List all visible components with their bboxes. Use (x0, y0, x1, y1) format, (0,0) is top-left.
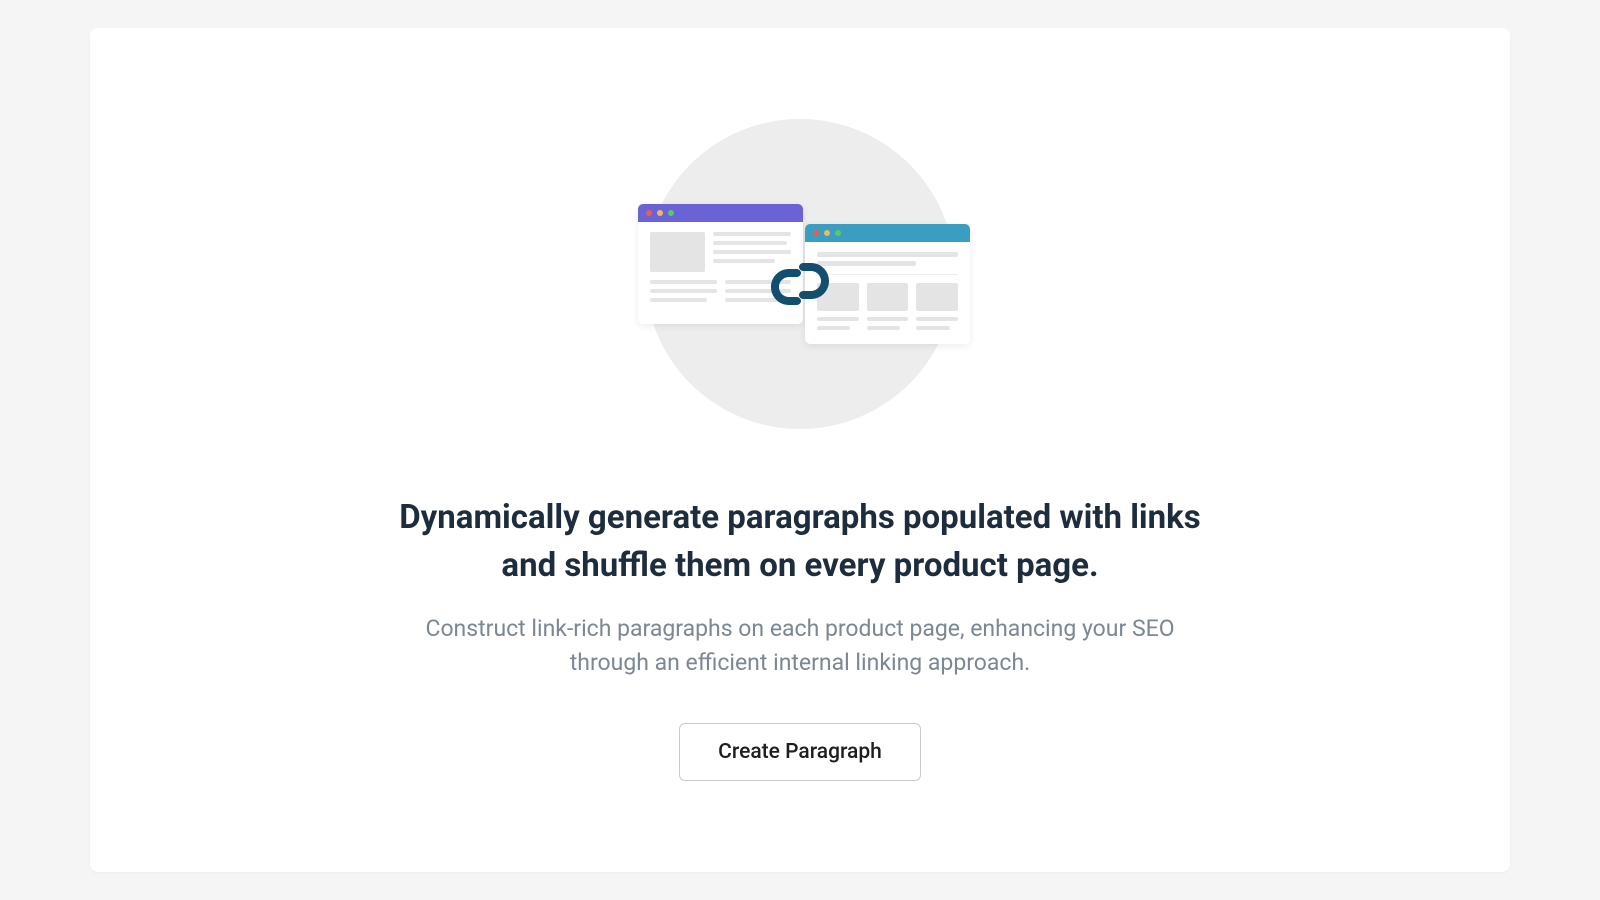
chain-link-icon (759, 254, 841, 318)
traffic-light-red-icon (646, 210, 652, 216)
placeholder-thumb-icon (867, 283, 909, 311)
text-line-icon (650, 298, 707, 302)
empty-state-headline: Dynamically generate paragraphs populate… (390, 494, 1210, 590)
traffic-light-green-icon (835, 230, 841, 236)
text-line-icon (817, 326, 850, 330)
text-line-icon (867, 326, 900, 330)
empty-state-subtitle: Construct link-rich paragraphs on each p… (410, 612, 1190, 681)
text-line-icon (650, 280, 717, 284)
browser-titlebar-purple (638, 204, 803, 222)
traffic-light-yellow-icon (657, 210, 663, 216)
traffic-light-yellow-icon (824, 230, 830, 236)
browser-titlebar-teal (805, 224, 970, 242)
placeholder-thumb-icon (916, 283, 958, 311)
placeholder-image-icon (650, 232, 705, 272)
link-pages-illustration (620, 119, 980, 439)
text-line-icon (916, 326, 949, 330)
text-line-icon (916, 317, 958, 321)
traffic-light-red-icon (813, 230, 819, 236)
text-line-icon (650, 289, 717, 293)
text-line-icon (867, 317, 909, 321)
text-line-icon (713, 232, 791, 236)
create-paragraph-button[interactable]: Create Paragraph (679, 723, 921, 781)
text-line-icon (713, 241, 787, 245)
traffic-light-green-icon (668, 210, 674, 216)
empty-state-card: Dynamically generate paragraphs populate… (90, 28, 1510, 872)
